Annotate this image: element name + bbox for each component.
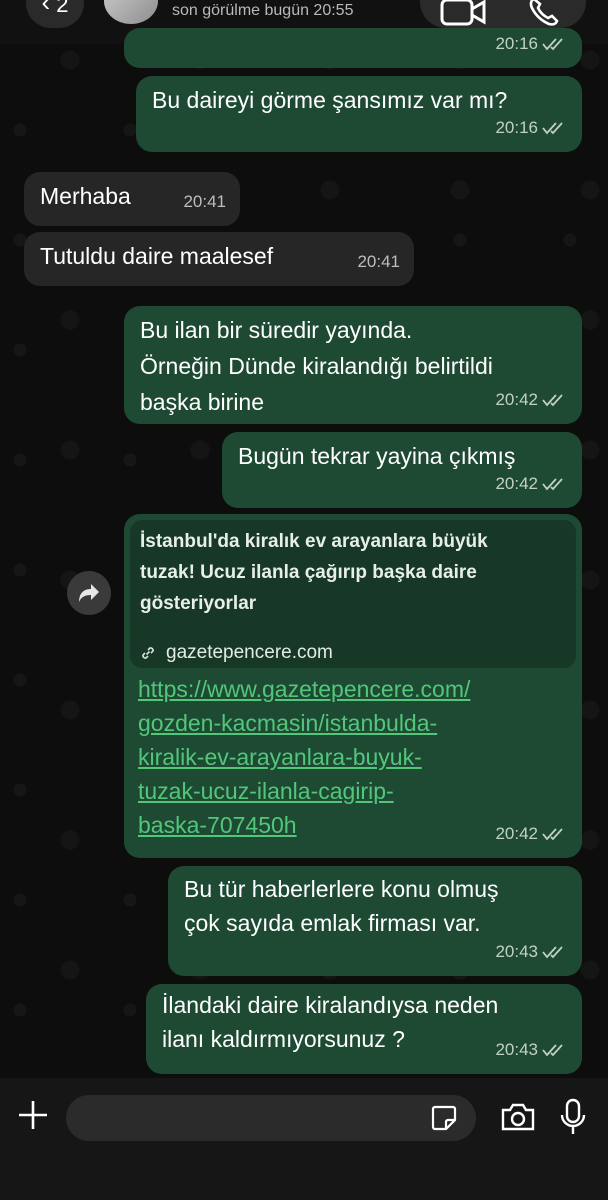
forward-button[interactable]	[67, 571, 111, 615]
double-check-icon	[542, 121, 563, 134]
back-count: 2	[56, 0, 69, 17]
message-meta: 20:16	[495, 111, 568, 144]
message-meta: 20:41	[357, 252, 400, 271]
composer-bar	[0, 1078, 608, 1200]
sticker-icon[interactable]	[430, 1104, 458, 1132]
message-bubble-incoming[interactable]: Merhaba 20:41	[24, 172, 240, 226]
video-call-icon[interactable]	[440, 0, 486, 26]
message-input[interactable]	[66, 1095, 476, 1141]
link-icon	[142, 646, 154, 659]
message-bubble-outgoing-link[interactable]: İstanbul'da kiralık ev arayanlara büyük …	[124, 514, 582, 858]
double-check-icon	[542, 477, 563, 490]
message-meta: 20:41	[183, 192, 226, 211]
message-bubble-incoming[interactable]: Tutuldu daire maalesef 20:41	[24, 232, 414, 286]
call-actions	[420, 0, 586, 28]
forward-icon	[79, 584, 99, 602]
message-bubble-outgoing[interactable]: Bu daireyi görme şansımız var mı? 20:16	[136, 76, 582, 152]
double-check-icon	[542, 1043, 563, 1056]
camera-icon[interactable]	[500, 1102, 536, 1132]
double-check-icon	[542, 37, 563, 50]
message-meta: 20:43	[495, 935, 568, 968]
link-preview-card[interactable]: İstanbul'da kiralık ev arayanlara büyük …	[130, 520, 576, 668]
avatar[interactable]	[104, 0, 158, 24]
phone-icon[interactable]	[528, 0, 560, 26]
message-text: Tutuldu daire maalesef	[40, 243, 274, 269]
last-seen-status: son görülme bugün 20:55	[172, 2, 354, 19]
message-bubble-outgoing[interactable]: 20:16	[124, 28, 582, 68]
message-meta: 20:16	[495, 27, 568, 60]
message-meta: 20:43	[495, 1033, 568, 1066]
link-preview-domain: gazetepencere.com	[140, 636, 333, 669]
back-button[interactable]: ‹ 2	[26, 0, 84, 28]
double-check-icon	[542, 827, 563, 840]
chevron-left-icon: ‹	[41, 0, 51, 17]
plus-icon[interactable]	[16, 1098, 50, 1132]
message-bubble-outgoing[interactable]: Bu tür haberlerlere konu olmuş çok sayıd…	[168, 866, 582, 976]
double-check-icon	[542, 393, 563, 406]
message-bubble-outgoing[interactable]: İlandaki daire kiralandıysa neden ilanı …	[146, 984, 582, 1074]
double-check-icon	[542, 945, 563, 958]
message-bubble-outgoing[interactable]: Bu ilan bir süredir yayında. Örneğin Dün…	[124, 306, 582, 424]
microphone-icon[interactable]	[560, 1098, 586, 1136]
message-meta: 20:42	[495, 383, 568, 416]
message-meta: 20:42	[495, 817, 568, 850]
link-preview-title: İstanbul'da kiralık ev arayanlara büyük …	[140, 531, 488, 614]
message-meta: 20:42	[495, 467, 568, 500]
message-text: Bu tür haberlerlere konu olmuş çok sayıd…	[184, 876, 499, 936]
message-bubble-outgoing[interactable]: Bugün tekrar yayina çıkmış 20:42	[222, 432, 582, 508]
